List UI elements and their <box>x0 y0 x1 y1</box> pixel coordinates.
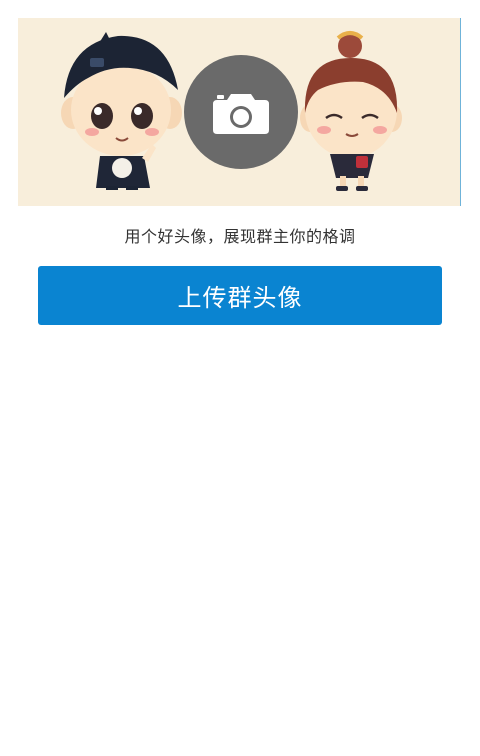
hint-text: 用个好头像，展现群主你的格调 <box>124 227 356 246</box>
upload-group-avatar-button[interactable]: 上传群头像 <box>38 266 442 325</box>
camera-icon <box>213 94 269 134</box>
cartoon-girl <box>300 31 402 191</box>
group-cover-banner[interactable] <box>18 18 461 206</box>
camera-button[interactable] <box>184 55 298 169</box>
cartoon-boy <box>61 32 182 190</box>
group-avatar-screen: 用个好头像，展现群主你的格调 上传群头像 <box>0 0 480 756</box>
